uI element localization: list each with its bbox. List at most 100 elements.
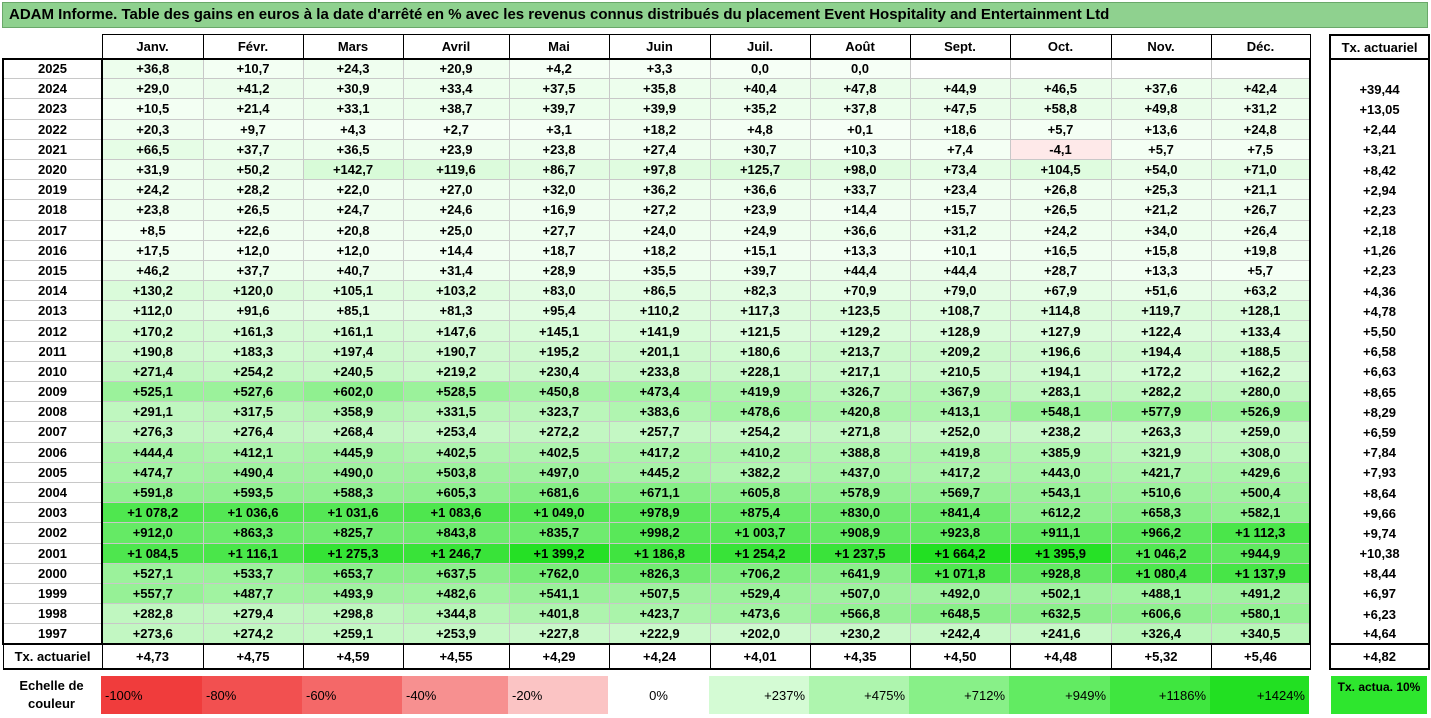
gain-cell: +843,8 <box>402 522 510 544</box>
legend-swatch: -80% <box>202 676 302 714</box>
gain-cell: +637,5 <box>402 562 510 584</box>
gain-cell: +580,1 <box>1210 603 1311 625</box>
gain-cell: +1 664,2 <box>909 542 1011 564</box>
year-cell: 2024 <box>2 78 103 100</box>
gain-cell: +490,0 <box>302 461 404 483</box>
gain-cell: +488,1 <box>1110 582 1212 605</box>
legend-swatch: -100% <box>101 676 202 714</box>
gain-cell: +172,2 <box>1110 360 1212 383</box>
legend-swatch: +712% <box>909 676 1009 714</box>
footer-row: Tx. actuariel +4,73 +4,75 +4,59 +4,55 +4,29 +4… <box>2 642 1311 670</box>
gain-cell: +272,2 <box>508 421 610 443</box>
gain-cell: +276,3 <box>101 421 204 443</box>
gain-cell: +209,2 <box>909 340 1011 362</box>
gain-cell: +25,3 <box>1110 179 1212 201</box>
tx-actuariel-cell: +2,23 <box>1329 260 1430 282</box>
gain-cell: +217,1 <box>809 360 911 383</box>
legend-swatch: +949% <box>1009 676 1110 714</box>
gain-cell: +282,2 <box>1110 380 1212 403</box>
gain-cell: +557,7 <box>101 582 204 605</box>
gain-cell: +18,2 <box>608 118 711 140</box>
gain-cell: +944,9 <box>1210 542 1311 564</box>
month-header: Avril <box>402 34 510 60</box>
table-row: 2007 +276,3 +276,4 +268,4 +253,4 +272,2 +257,7… <box>2 421 1311 443</box>
gain-cell: +24,7 <box>302 199 404 221</box>
gain-cell: +21,4 <box>202 98 304 120</box>
table-row: 2016 +17,5 +12,0 +12,0 +14,4 +18,7 +18,2 +15,1 +… <box>2 239 1311 261</box>
month-header: Oct. <box>1009 34 1112 60</box>
gain-cell: +252,0 <box>909 421 1011 443</box>
gain-cell: +443,0 <box>1009 461 1112 483</box>
gain-cell: +1 254,2 <box>709 542 811 564</box>
gain-cell: +510,6 <box>1110 481 1212 504</box>
gain-cell: +26,5 <box>1009 199 1112 221</box>
tx-actuariel-cell: +6,23 <box>1329 604 1430 625</box>
gain-cell: +97,8 <box>608 158 711 181</box>
table-row: 2019 +24,2 +28,2 +22,0 +27,0 +32,0 +36,2 +36,6 +… <box>2 179 1311 201</box>
table-row: 2025 +36,8 +10,7 +24,3 +20,9 +4,2 +3,3 0,0 0,0 <box>2 57 1311 80</box>
gain-cell: +526,9 <box>1210 401 1311 423</box>
gain-cell: +22,6 <box>202 219 304 241</box>
gain-cell: +194,1 <box>1009 360 1112 383</box>
gain-cell: +908,9 <box>809 522 911 544</box>
gain-cell: +420,8 <box>809 401 911 423</box>
gain-cell: +183,3 <box>202 340 304 362</box>
tx-actuariel-cell: +4,64 <box>1329 624 1430 645</box>
gain-cell: +529,4 <box>709 582 811 605</box>
footer-cell: +4,50 <box>909 642 1011 670</box>
table-row: 2023 +10,5 +21,4 +33,1 +38,7 +39,7 +39,9 +35,2 +… <box>2 98 1311 120</box>
gain-cell: +417,2 <box>909 461 1011 483</box>
gain-cell: +825,7 <box>302 522 404 544</box>
gain-cell: +450,8 <box>508 380 610 403</box>
gain-cell: +26,8 <box>1009 179 1112 201</box>
table-row: 2012 +170,2 +161,3 +161,1 +147,6 +145,1 +141,9… <box>2 320 1311 342</box>
gain-cell: +28,2 <box>202 179 304 201</box>
gain-cell: +40,7 <box>302 259 404 282</box>
gain-cell: +35,2 <box>709 98 811 120</box>
gain-cell: +63,2 <box>1210 280 1311 302</box>
gain-cell: +130,2 <box>101 280 204 302</box>
table-row: 2021 +66,5 +37,7 +36,5 +23,9 +23,8 +27,4 +30,7 +… <box>2 138 1311 160</box>
gain-cell: +507,5 <box>608 582 711 605</box>
gain-cell: +298,8 <box>302 603 404 625</box>
gain-cell: +128,9 <box>909 320 1011 342</box>
gain-cell: +66,5 <box>101 138 204 160</box>
gain-cell: +8,5 <box>101 219 204 241</box>
year-cell: 2021 <box>2 138 103 160</box>
legend-swatch: +237% <box>709 676 809 714</box>
month-header: Déc. <box>1210 34 1311 60</box>
gain-cell: +1 186,8 <box>608 542 711 564</box>
gain-cell: +543,1 <box>1009 481 1112 504</box>
gain-cell: +5,7 <box>1110 138 1212 160</box>
gain-cell: +323,7 <box>508 401 610 423</box>
gain-cell: +35,8 <box>608 78 711 100</box>
year-cell: 2008 <box>2 401 103 423</box>
tx-actuariel-table: Tx. actuariel +39,44 +13,05 +2,44 +3,21 +8,4… <box>1329 34 1430 671</box>
gain-cell: +190,8 <box>101 340 204 362</box>
gain-cell: +23,8 <box>101 199 204 221</box>
gain-cell: +15,8 <box>1110 239 1212 261</box>
gain-cell: +445,9 <box>302 441 404 463</box>
gain-cell: +44,9 <box>909 78 1011 100</box>
gain-cell: +367,9 <box>909 380 1011 403</box>
gain-cell: +612,2 <box>1009 502 1112 524</box>
gain-cell: +34,0 <box>1110 219 1212 241</box>
footer-cell: +4,48 <box>1009 642 1112 670</box>
gain-cell: +591,8 <box>101 481 204 504</box>
tx-actuariel-cell: +8,29 <box>1329 402 1430 423</box>
table-row: 2002 +912,0 +863,3 +825,7 +843,8 +835,7 +998,2… <box>2 522 1311 544</box>
gain-cell: +308,0 <box>1210 441 1311 463</box>
footer-cell: +4,29 <box>508 642 610 670</box>
gain-cell: +253,9 <box>402 623 510 645</box>
gain-cell: +39,9 <box>608 98 711 120</box>
gain-cell: +58,8 <box>1009 98 1112 120</box>
tx-actuariel-cell: +6,63 <box>1329 361 1430 382</box>
table-row: 2022 +20,3 +9,7 +4,3 +2,7 +3,1 +18,2 +4,8 +0,1 +1… <box>2 118 1311 140</box>
gain-cell: +423,7 <box>608 603 711 625</box>
gain-cell: +24,3 <box>302 57 404 80</box>
gain-cell: +478,6 <box>709 401 811 423</box>
gain-cell: +46,5 <box>1009 78 1112 100</box>
table-row: 2006 +444,4 +412,1 +445,9 +402,5 +402,5 +417,2… <box>2 441 1311 463</box>
gain-cell: +35,5 <box>608 259 711 282</box>
gain-cell: +24,2 <box>101 179 204 201</box>
